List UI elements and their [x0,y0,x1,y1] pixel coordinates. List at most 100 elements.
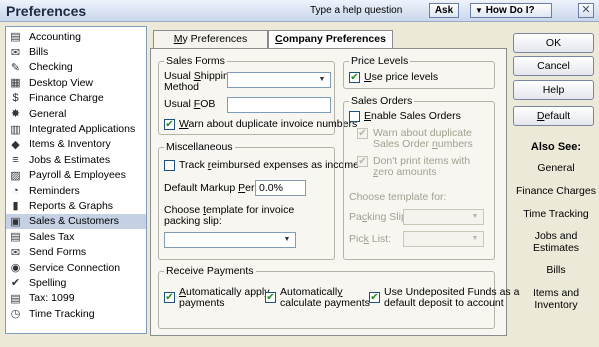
fob-label: Usual FOB [164,98,216,110]
packing-slip-select[interactable]: ▼ [403,209,484,225]
sidebar-item-integrated-apps[interactable]: ▥ Integrated Applications [6,121,146,136]
help-button[interactable]: Help [513,80,594,100]
auto-apply-payments-checkbox[interactable]: ✔ [164,292,175,303]
cancel-button[interactable]: Cancel [513,56,594,76]
packing-slip-template-select[interactable]: ▼ [164,232,296,248]
sidebar-item-label: General [29,107,67,120]
sidebar-item-label: Integrated Applications [29,123,136,136]
sidebar-item-label: Payroll & Employees [29,169,126,182]
service-connection-icon: ◉ [10,262,21,275]
enable-sales-orders-label: Enable Sales Orders [364,110,461,122]
sidebar-item-time-tracking[interactable]: ◷ Time Tracking [6,306,146,321]
sidebar-item-jobs-estimates[interactable]: ≡ Jobs & Estimates [6,152,146,167]
payroll-icon: ▨ [10,169,21,182]
sidebar-item-label: Desktop View [29,76,94,89]
also-see-link-finance-charges[interactable]: Finance Charges [513,185,599,197]
items-inventory-icon: ◆ [11,138,20,151]
sidebar-item-payroll[interactable]: ▨ Payroll & Employees [6,168,146,183]
sidebar-item-reports-graphs[interactable]: ▮ Reports & Graphs [6,198,146,213]
sidebar-item-label: Sales & Customers [29,215,119,228]
window-title: Preferences [6,3,87,19]
also-see-link-bills[interactable]: Bills [513,264,599,276]
warn-duplicate-so-checkbox[interactable]: ✔ [357,128,368,139]
auto-calc-payments-checkbox[interactable]: ✔ [265,292,276,303]
sidebar-item-desktop-view[interactable]: ▦ Desktop View [6,75,146,90]
chevron-down-icon: ▼ [471,235,479,242]
sidebar-item-sales-customers[interactable]: ▣ Sales & Customers [6,213,146,230]
title-bar: Preferences Type a help question Ask ▼ H… [0,0,599,22]
tab-my-preferences[interactable]: My Preferences [153,30,268,48]
finance-charge-icon: $ [12,92,19,105]
sidebar-item-service-connection[interactable]: ◉ Service Connection [6,260,146,275]
sidebar-item-checking[interactable]: ✎ Checking [6,60,146,75]
sidebar-item-accounting[interactable]: ▤ Accounting [6,29,146,44]
sidebar-item-bills[interactable]: ✉ Bills [6,44,146,59]
how-do-i-button[interactable]: ▼ How Do I? [470,3,552,18]
sidebar-item-send-forms[interactable]: ✉ Send Forms [6,244,146,259]
default-button[interactable]: Default [513,106,594,126]
sidebar-item-label: Service Connection [29,261,121,274]
sidebar-item-label: Tax: 1099 [29,292,75,305]
miscellaneous-title: Miscellaneous [164,141,235,153]
also-see-link-items-inventory[interactable]: Items and Inventory [513,287,599,311]
sidebar-item-label: Finance Charge [29,92,104,105]
checking-icon: ✎ [10,61,21,74]
reports-graphs-icon: ▮ [12,200,19,213]
sidebar-item-label: Items & Inventory [29,138,111,151]
sidebar-item-general[interactable]: ✸ General [6,106,146,121]
tax-1099-icon: ▤ [10,292,21,305]
packing-template-label-line2: packing slip: [164,215,222,227]
sidebar-item-label: Spelling [29,276,67,289]
sidebar-item-reminders[interactable]: ◔ Reminders [6,183,146,198]
spelling-icon: ✔ [10,277,21,290]
track-reimbursed-checkbox[interactable] [164,160,175,171]
sales-orders-title: Sales Orders [349,95,415,107]
close-icon[interactable]: ✕ [578,3,594,18]
sidebar-item-finance-charge[interactable]: $ Finance Charge [6,91,146,106]
use-price-levels-checkbox[interactable]: ✔ [349,72,360,83]
bills-icon: ✉ [10,46,21,59]
dont-print-zero-checkbox[interactable]: ✔ [357,156,368,167]
help-question-prompt[interactable]: Type a help question [310,5,402,16]
undeposited-funds-checkbox[interactable]: ✔ [369,292,380,303]
sales-customers-icon: ▣ [10,215,21,228]
sidebar-item-tax-1099[interactable]: ▤ Tax: 1099 [6,291,146,306]
sales-forms-group: Sales Forms Usual Shipping Method ▼ Usua… [158,55,357,135]
enable-sales-orders-checkbox[interactable] [349,111,360,122]
auto-apply-payments-label-line2: payments [179,297,225,309]
packing-slip-label: Packing Slip: [349,211,410,223]
also-see-link-general[interactable]: General [513,162,599,174]
sidebar-item-label: Time Tracking [29,307,95,320]
time-tracking-icon: ◷ [10,308,21,321]
warn-duplicate-invoice-label: Warn about duplicate invoice numbers [179,118,358,130]
chevron-down-icon: ▼ [318,76,326,83]
chevron-down-icon: ▼ [471,213,479,220]
company-preferences-panel: Sales Forms Usual Shipping Method ▼ Usua… [150,48,519,336]
fob-field[interactable] [227,97,331,113]
preferences-category-list[interactable]: ▤ Accounting ✉ Bills ✎ Checking ▦ Desktop View $… [5,26,147,334]
also-see-link-time-tracking[interactable]: Time Tracking [513,208,599,220]
pick-list-select[interactable]: ▼ [403,231,484,247]
sidebar-item-label: Send Forms [29,246,87,259]
also-see-link-jobs-estimates[interactable]: Jobs and Estimates [513,230,599,254]
sidebar-item-items-inventory[interactable]: ◆ Items & Inventory [6,137,146,152]
sales-forms-title: Sales Forms [164,55,227,67]
sales-tax-icon: ▤ [10,231,21,244]
sidebar-item-label: Bills [29,46,49,59]
sidebar-item-label: Reminders [29,184,80,197]
sidebar-item-label: Accounting [29,30,81,43]
shipping-method-select[interactable]: ▼ [227,72,331,88]
reminders-icon: ◔ [12,184,19,197]
sidebar-item-spelling[interactable]: ✔ Spelling [6,275,146,290]
warn-duplicate-invoice-checkbox[interactable]: ✔ [164,119,175,130]
tab-company-preferences[interactable]: Company Preferences [268,30,393,49]
miscellaneous-group: Miscellaneous Track reimbursed expenses … [158,141,359,260]
receive-payments-title: Receive Payments [164,265,256,277]
ok-button[interactable]: OK [513,33,594,53]
sales-orders-group: Sales Orders Enable Sales Orders ✔ Warn … [343,95,495,260]
ask-button[interactable]: Ask [429,3,459,18]
undeposited-funds-label-line2: default deposit to account [384,297,504,309]
jobs-estimates-icon: ≡ [12,153,19,166]
sidebar-item-sales-tax[interactable]: ▤ Sales Tax [6,229,146,244]
markup-percentage-field[interactable]: 0.0% [255,180,306,196]
